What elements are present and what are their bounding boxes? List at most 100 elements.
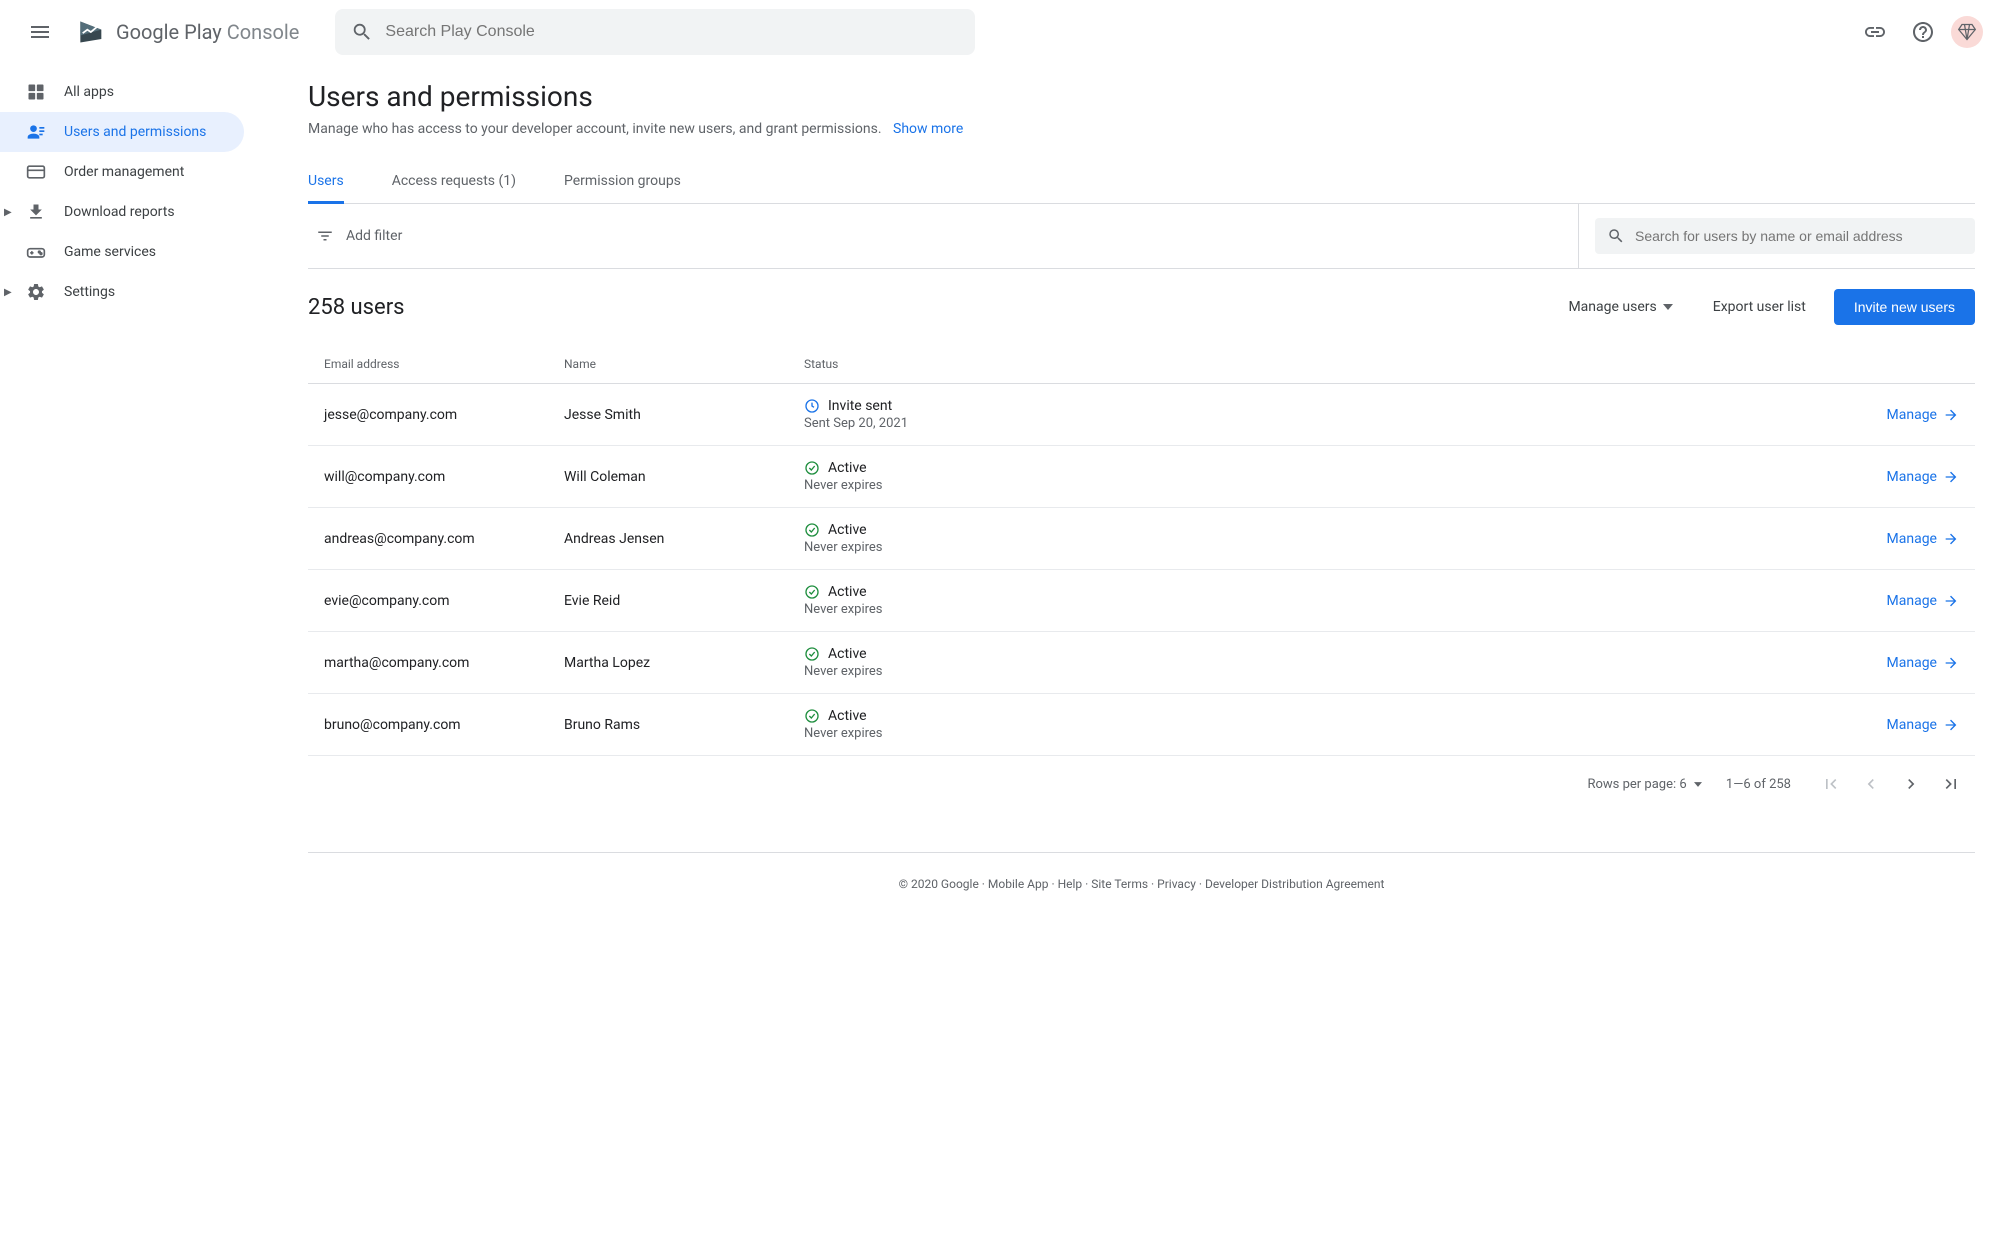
cell-name: Andreas Jensen xyxy=(564,531,804,547)
dropdown-icon xyxy=(1663,304,1673,310)
table-header: Email address Name Status xyxy=(308,345,1975,384)
arrow-right-icon xyxy=(1943,655,1959,671)
sidebar-item-download-reports[interactable]: ▶ Download reports xyxy=(0,192,244,232)
page-nav xyxy=(1815,768,1967,800)
prev-page-button[interactable] xyxy=(1855,768,1887,800)
footer-link[interactable]: Help xyxy=(1058,877,1083,891)
footer-link[interactable]: Privacy xyxy=(1157,877,1196,891)
topbar: Google Play Console xyxy=(0,0,1999,64)
search-icon xyxy=(1607,227,1625,245)
last-page-button[interactable] xyxy=(1935,768,1967,800)
check-circle-icon xyxy=(804,460,820,476)
manage-user-link[interactable]: Manage xyxy=(1839,531,1959,547)
cell-status: ActiveNever expires xyxy=(804,646,1839,679)
pagination: Rows per page: 6 1—6 of 258 xyxy=(308,756,1975,812)
invite-new-users-button[interactable]: Invite new users xyxy=(1834,289,1975,325)
user-search[interactable] xyxy=(1595,218,1975,254)
cell-status: Invite sentSent Sep 20, 2021 xyxy=(804,398,1839,431)
export-user-list-button[interactable]: Export user list xyxy=(1701,291,1818,323)
card-icon xyxy=(24,160,48,184)
manage-user-link[interactable]: Manage xyxy=(1839,655,1959,671)
table-row: martha@company.comMartha LopezActiveNeve… xyxy=(308,632,1975,694)
manage-user-link[interactable]: Manage xyxy=(1839,593,1959,609)
sidebar-item-settings[interactable]: ▶ Settings xyxy=(0,272,244,312)
link-button[interactable] xyxy=(1855,12,1895,52)
tab-users[interactable]: Users xyxy=(308,161,344,204)
next-page-button[interactable] xyxy=(1895,768,1927,800)
footer-link[interactable]: Developer Distribution Agreement xyxy=(1205,877,1384,891)
footer-link[interactable]: Mobile App xyxy=(988,877,1049,891)
cell-name: Martha Lopez xyxy=(564,655,804,671)
diamond-icon xyxy=(1957,22,1977,42)
status-sub: Never expires xyxy=(804,478,1839,493)
footer-link[interactable]: Site Terms xyxy=(1091,877,1148,891)
cell-action: Manage xyxy=(1839,593,1959,609)
cell-email: will@company.com xyxy=(324,469,564,485)
first-page-icon xyxy=(1821,774,1841,794)
status-sub: Sent Sep 20, 2021 xyxy=(804,416,1839,431)
sidebar-item-game-services[interactable]: Game services xyxy=(0,232,244,272)
status-sub: Never expires xyxy=(804,664,1839,679)
arrow-right-icon xyxy=(1943,407,1959,423)
table-row: will@company.comWill ColemanActiveNever … xyxy=(308,446,1975,508)
logo[interactable]: Google Play Console xyxy=(76,18,299,46)
chevron-right-icon: ▶ xyxy=(4,207,12,218)
help-button[interactable] xyxy=(1903,12,1943,52)
cell-email: evie@company.com xyxy=(324,593,564,609)
cell-email: bruno@company.com xyxy=(324,717,564,733)
search-input[interactable] xyxy=(385,23,959,41)
sidebar-item-order-management[interactable]: Order management xyxy=(0,152,244,192)
manage-users-dropdown[interactable]: Manage users xyxy=(1556,291,1684,323)
hamburger-icon xyxy=(28,20,52,44)
check-circle-icon xyxy=(804,522,820,538)
menu-button[interactable] xyxy=(16,8,64,56)
manage-user-link[interactable]: Manage xyxy=(1839,717,1959,733)
gamepad-icon xyxy=(24,240,48,264)
arrow-right-icon xyxy=(1943,531,1959,547)
table-row: jesse@company.comJesse SmithInvite sentS… xyxy=(308,384,1975,446)
cell-status: ActiveNever expires xyxy=(804,522,1839,555)
cell-action: Manage xyxy=(1839,717,1959,733)
table-row: andreas@company.comAndreas JensenActiveN… xyxy=(308,508,1975,570)
first-page-button[interactable] xyxy=(1815,768,1847,800)
cell-name: Evie Reid xyxy=(564,593,804,609)
sidebar-item-users-permissions[interactable]: Users and permissions xyxy=(0,112,244,152)
users-table: Email address Name Status jesse@company.… xyxy=(308,345,1975,756)
check-circle-icon xyxy=(804,708,820,724)
cell-action: Manage xyxy=(1839,407,1959,423)
sidebar-item-all-apps[interactable]: All apps xyxy=(0,72,244,112)
gear-icon xyxy=(24,280,48,304)
col-status-header: Status xyxy=(804,357,1839,371)
global-search[interactable] xyxy=(335,9,975,55)
add-filter-button[interactable]: Add filter xyxy=(308,207,1562,265)
tab-access-requests[interactable]: Access requests (1) xyxy=(392,161,516,204)
manage-user-link[interactable]: Manage xyxy=(1839,469,1959,485)
add-filter-label: Add filter xyxy=(346,228,402,244)
manage-user-link[interactable]: Manage xyxy=(1839,407,1959,423)
status-sub: Never expires xyxy=(804,726,1839,741)
sidebar-item-label: Settings xyxy=(64,284,115,300)
status-sub: Never expires xyxy=(804,602,1839,617)
tab-permission-groups[interactable]: Permission groups xyxy=(564,161,681,204)
sidebar-item-label: Users and permissions xyxy=(64,124,206,140)
col-email-header: Email address xyxy=(324,357,564,371)
main-content: Users and permissions Manage who has acc… xyxy=(256,64,1999,955)
cell-status: ActiveNever expires xyxy=(804,708,1839,741)
show-more-link[interactable]: Show more xyxy=(893,121,963,137)
footer-copyright: © 2020 Google xyxy=(899,877,979,891)
avatar[interactable] xyxy=(1951,16,1983,48)
cell-action: Manage xyxy=(1839,531,1959,547)
status-text: Active xyxy=(828,584,867,600)
status-text: Active xyxy=(828,460,867,476)
user-search-input[interactable] xyxy=(1635,228,1963,244)
table-row: bruno@company.comBruno RamsActiveNever e… xyxy=(308,694,1975,756)
last-page-icon xyxy=(1941,774,1961,794)
logo-text: Google Play Console xyxy=(116,20,299,44)
sidebar-item-label: All apps xyxy=(64,84,114,100)
link-icon xyxy=(1863,20,1887,44)
rows-per-page[interactable]: Rows per page: 6 xyxy=(1587,777,1701,792)
apps-icon xyxy=(24,80,48,104)
divider xyxy=(1578,204,1579,268)
search-icon xyxy=(351,21,373,43)
page-title: Users and permissions xyxy=(308,80,1975,113)
